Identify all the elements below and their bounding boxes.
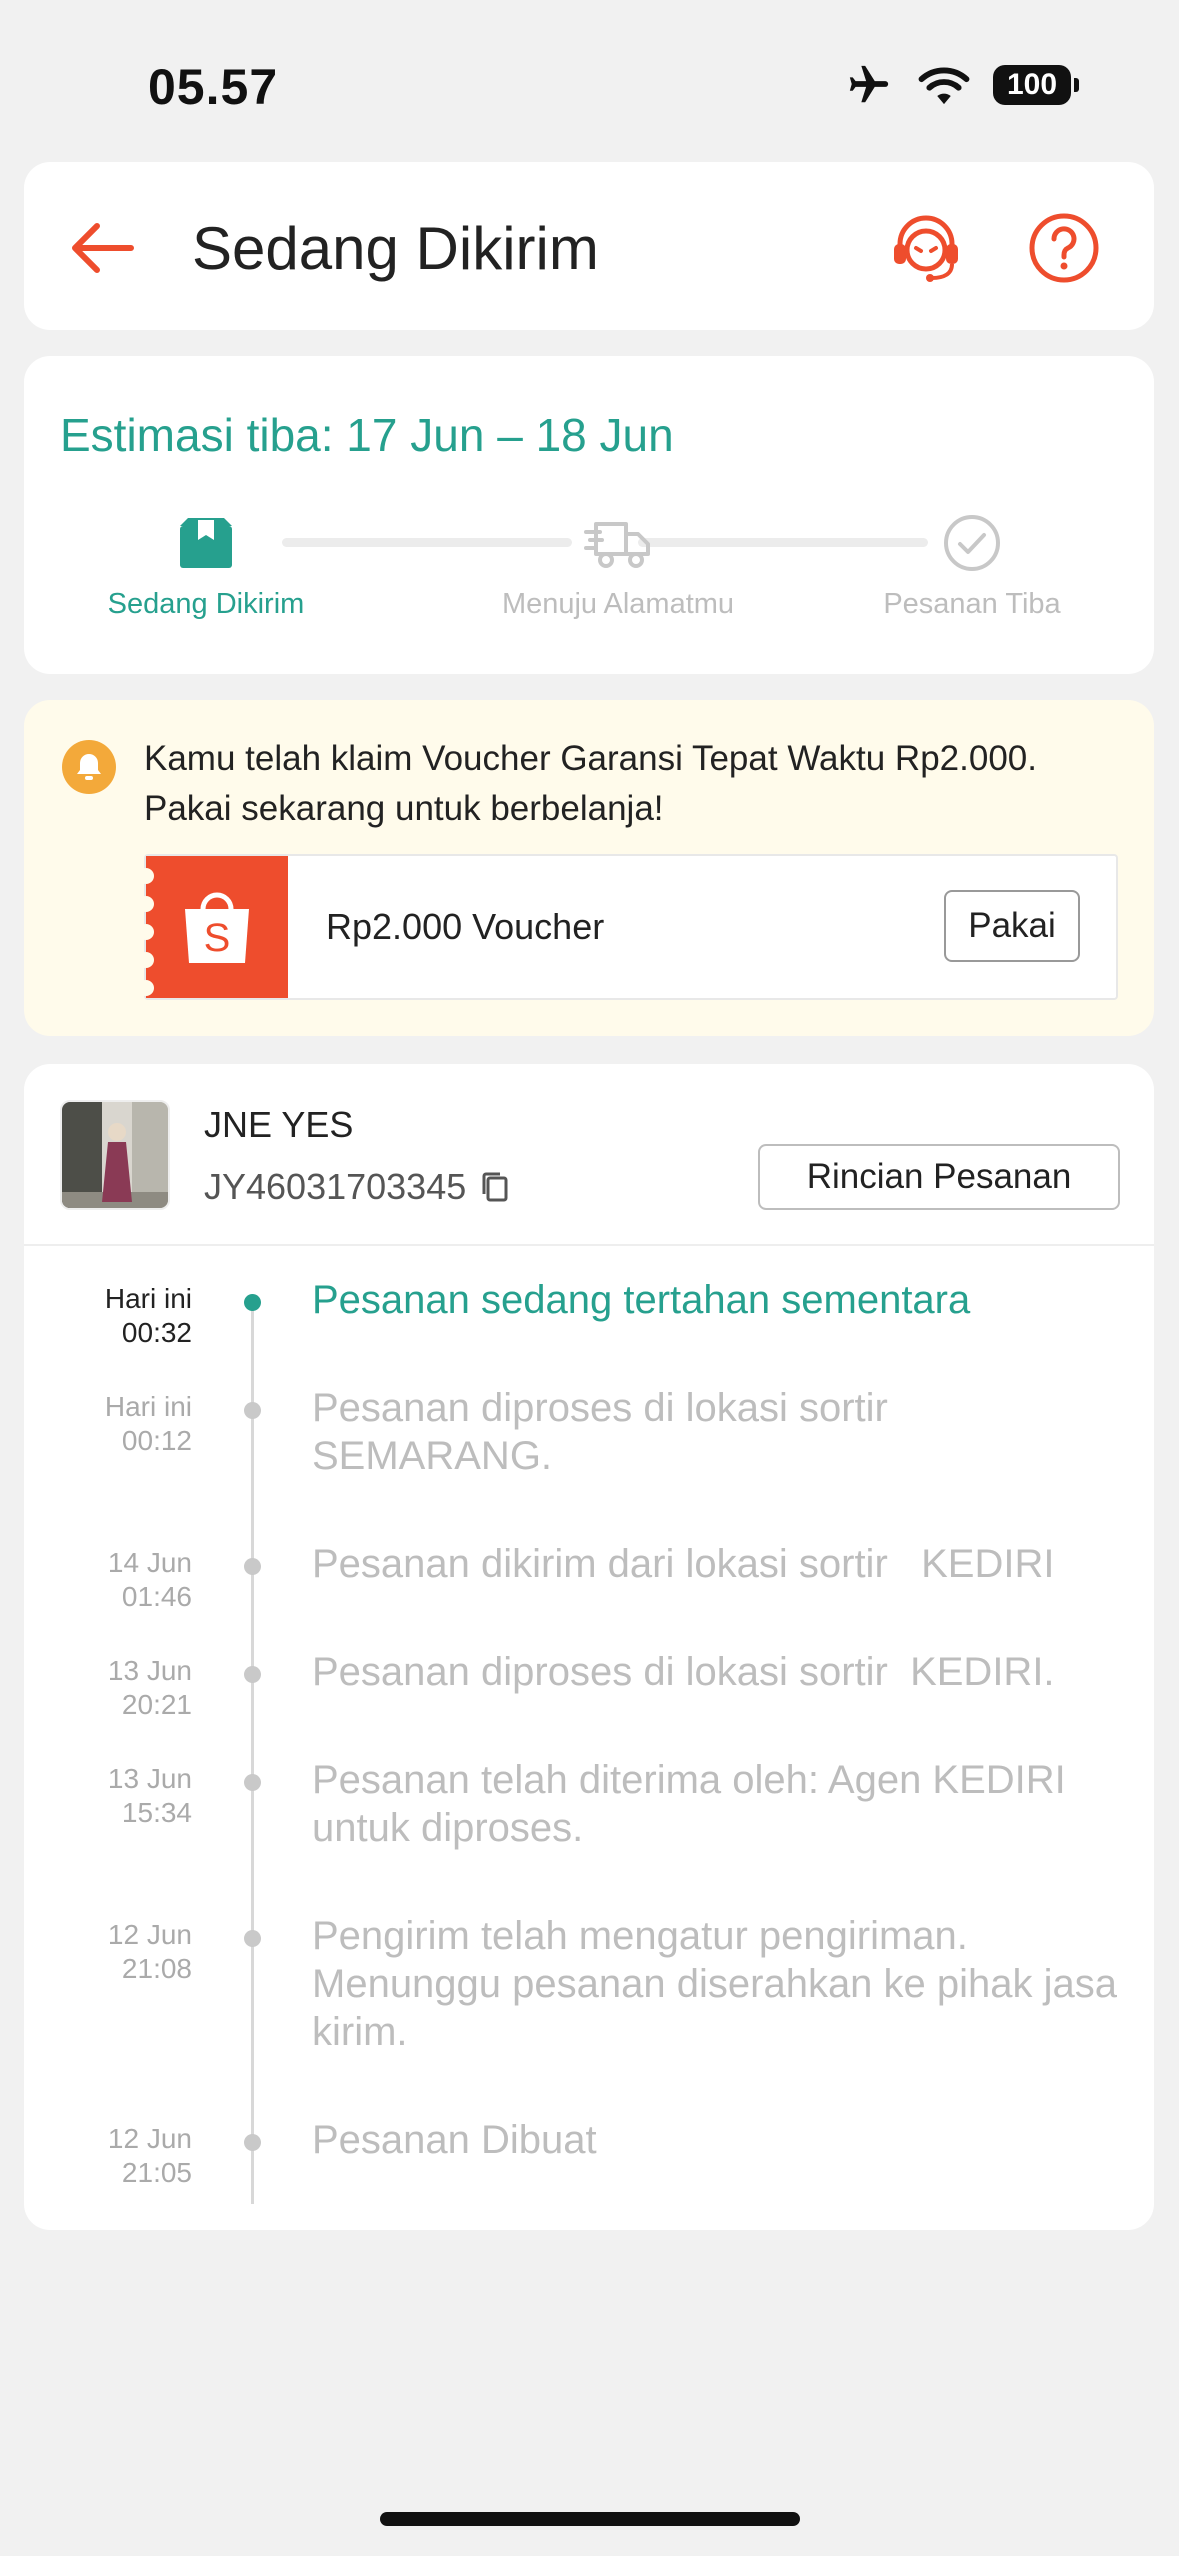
order-details-button[interactable]: Rincian Pesanan	[758, 1144, 1120, 1210]
event-timestamp: 12 Jun 21:08	[107, 1919, 192, 1984]
check-circle-icon	[944, 515, 1000, 571]
home-indicator[interactable]	[380, 2512, 800, 2526]
tracking-number-row: JY46031703345	[204, 1166, 510, 1208]
shopee-bag-icon: S	[138, 856, 288, 998]
event-timestamp: 12 Jun 21:05	[107, 2123, 192, 2188]
delivery-estimate-card: Estimasi tiba: 17 Jun – 18 Jun Sedang Di…	[24, 356, 1154, 674]
divider	[24, 1244, 1154, 1246]
timeline-dot	[244, 1294, 261, 1311]
timeline-dot	[244, 1930, 261, 1947]
event-timestamp: Hari ini 00:32	[104, 1283, 192, 1348]
voucher-message: Kamu telah klaim Voucher Garansi Tepat W…	[144, 739, 1037, 828]
timeline-line	[251, 1300, 254, 2204]
tracking-card: JNE YES JY46031703345 Rincian Pesanan Ha…	[24, 1064, 1154, 2230]
airplane-icon	[849, 65, 889, 103]
event-description: Pesanan telah diterima oleh: Agen KEDIRI…	[312, 1758, 1066, 1850]
status-bar: 05.57 100	[0, 0, 1179, 150]
courier-name: JNE YES	[204, 1104, 354, 1145]
timeline-dot	[244, 1558, 261, 1575]
step-arrived: Pesanan Tiba	[822, 508, 1122, 621]
bell-icon	[62, 740, 116, 794]
voucher-name: Rp2.000 Voucher	[326, 906, 605, 947]
brand-letter: S	[204, 916, 231, 960]
step-label: Sedang Dikirim	[107, 588, 305, 620]
event-description: Pesanan dikirim dari lokasi sortir KEDIR…	[312, 1542, 1055, 1586]
step-label: Menuju Alamatmu	[501, 588, 735, 620]
voucher-ticket[interactable]: S Rp2.000 Voucher Pakai	[138, 854, 1118, 1000]
battery-icon: 100	[993, 65, 1079, 105]
event-description: Pengirim telah mengatur pengiriman. Menu…	[312, 1914, 1118, 2054]
tracking-number: JY46031703345	[204, 1166, 467, 1207]
package-icon	[180, 518, 232, 568]
back-arrow-icon	[72, 223, 134, 273]
event-description: Pesanan diproses di lokasi sortir KEDIRI…	[312, 1650, 1055, 1694]
status-time: 05.57	[148, 59, 279, 115]
top-bar: Sedang Dikirim	[24, 162, 1154, 330]
copy-icon[interactable]	[480, 1170, 510, 1204]
page-title: Sedang Dikirim	[192, 215, 599, 282]
event-timestamp: 13 Jun 20:21	[107, 1655, 192, 1720]
event-timestamp: 13 Jun 15:34	[107, 1763, 192, 1828]
estimate-title: Estimasi tiba: 17 Jun – 18 Jun	[60, 409, 674, 461]
battery-level: 100	[993, 65, 1071, 105]
event-description: Pesanan diproses di lokasi sortir SEMARA…	[312, 1386, 888, 1478]
voucher-card: Kamu telah klaim Voucher Garansi Tepat W…	[24, 700, 1154, 1036]
customer-service-button[interactable]	[886, 208, 966, 288]
help-button[interactable]	[1024, 208, 1104, 288]
timeline-dot	[244, 2134, 261, 2151]
step-shipping: Sedang Dikirim	[56, 508, 356, 621]
event-description: Pesanan Dibuat	[312, 2118, 597, 2162]
event-description: Pesanan sedang tertahan sementara	[312, 1278, 971, 1322]
use-voucher-button[interactable]: Pakai	[944, 890, 1080, 962]
event-timestamp: Hari ini 00:12	[104, 1391, 192, 1456]
customer-service-icon	[894, 215, 958, 282]
help-icon	[1029, 213, 1099, 283]
step-to-address: Menuju Alamatmu	[468, 508, 768, 621]
status-icons: 100	[843, 62, 1079, 108]
event-timestamp: 14 Jun 01:46	[107, 1547, 192, 1612]
truck-icon	[584, 522, 650, 568]
wifi-icon	[918, 67, 970, 105]
step-label: Pesanan Tiba	[883, 588, 1061, 620]
timeline-dot	[244, 1666, 261, 1683]
timeline-dot	[244, 1774, 261, 1791]
back-button[interactable]	[62, 208, 142, 288]
timeline-dot	[244, 1402, 261, 1419]
product-thumbnail[interactable]	[60, 1100, 170, 1210]
